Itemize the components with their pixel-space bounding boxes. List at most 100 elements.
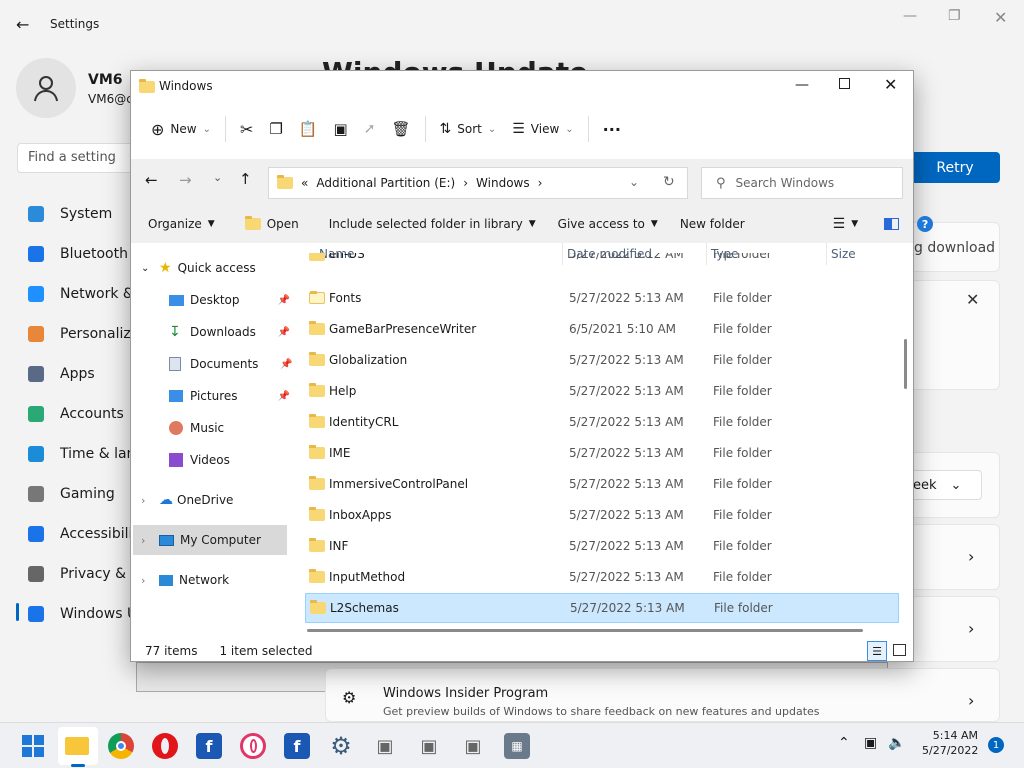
rename-button[interactable]: ▣ <box>326 111 356 147</box>
start-button[interactable] <box>20 733 46 759</box>
address-bar[interactable]: « Additional Partition (E:) › Windows › … <box>268 167 688 199</box>
file-name: ImmersiveControlPanel <box>329 477 469 491</box>
give-access-button[interactable]: Give access to ▼ <box>549 217 667 231</box>
file-row[interactable]: GameBarPresenceWriter 6/5/2021 5:10 AM Fil… <box>305 314 899 344</box>
vm-app-icon[interactable]: ▣ <box>460 733 486 759</box>
history-card[interactable] <box>900 524 1000 590</box>
back-arrow-icon[interactable]: ← <box>145 171 158 189</box>
file-explorer-taskbar-icon[interactable] <box>64 733 90 759</box>
close-icon[interactable]: ✕ <box>994 8 1007 27</box>
back-arrow-icon[interactable]: ← <box>16 15 29 34</box>
title-bar[interactable]: Windows — ✕ <box>131 71 913 103</box>
view-button[interactable]: ☰ View ⌄ <box>504 111 581 147</box>
preview-pane-button[interactable] <box>875 218 908 230</box>
nav-onedrive[interactable]: › ☁ OneDrive <box>141 485 233 515</box>
facebook-icon[interactable]: f <box>284 733 310 759</box>
details-view-icon[interactable]: ☰ <box>867 641 887 661</box>
volume-icon[interactable]: 🔈 <box>888 735 905 751</box>
copy-button[interactable]: ❐ <box>261 111 290 147</box>
settings-nav-item[interactable]: Bluetooth & <box>28 234 138 274</box>
nav-music[interactable]: Music <box>169 413 224 443</box>
include-library-button[interactable]: Include selected folder in library ▼ <box>320 217 545 231</box>
nav-quick-access[interactable]: ⌄ ★ Quick access <box>141 253 256 283</box>
opera-icon[interactable] <box>152 733 178 759</box>
horizontal-scrollbar[interactable] <box>307 629 863 632</box>
cut-button[interactable]: ✂ <box>232 111 261 147</box>
file-row[interactable]: en-US 5/27/2022 5:12 AM File folder <box>305 253 899 271</box>
nav-network[interactable]: › Network <box>141 565 229 595</box>
address-overflow[interactable]: « <box>301 176 308 190</box>
settings-nav-item[interactable]: Accounts <box>28 394 138 434</box>
minimize-icon[interactable]: — <box>903 8 917 24</box>
file-row[interactable]: Help 5/27/2022 5:13 AM File folder <box>305 376 899 406</box>
breadcrumb-partition[interactable]: Additional Partition (E:) <box>316 176 455 190</box>
settings-nav-item[interactable]: Windows U <box>28 594 138 634</box>
file-row[interactable]: InboxApps 5/27/2022 5:13 AM File folder <box>305 500 899 530</box>
file-row[interactable]: IdentityCRL 5/27/2022 5:13 AM File folder <box>305 407 899 437</box>
settings-nav-item[interactable]: Time & lang <box>28 434 138 474</box>
notification-badge[interactable]: 1 <box>988 737 1004 753</box>
nav-desktop[interactable]: Desktop 📌 <box>169 285 290 315</box>
new-label: New <box>170 122 197 136</box>
settings-nav-item[interactable]: Accessibility <box>28 514 138 554</box>
dismiss-icon[interactable]: ✕ <box>966 290 979 309</box>
organize-button[interactable]: Organize ▼ <box>139 217 224 231</box>
file-row[interactable]: ImmersiveControlPanel 5/27/2022 5:13 AM Fi… <box>305 469 899 499</box>
more-button[interactable]: ··· <box>595 111 629 147</box>
settings-nav-item[interactable]: Apps <box>28 354 138 394</box>
nav-pictures[interactable]: Pictures 📌 <box>169 381 290 411</box>
new-folder-button[interactable]: New folder <box>671 217 754 231</box>
close-icon[interactable]: ✕ <box>884 75 897 94</box>
network-status-icon[interactable]: ▣ <box>864 735 877 751</box>
settings-nav-item[interactable]: Network & <box>28 274 138 314</box>
open-button[interactable]: Open <box>236 216 308 231</box>
paste-button[interactable]: 📋 <box>291 111 326 147</box>
vm-app-icon[interactable]: ▣ <box>416 733 442 759</box>
file-row[interactable]: INF 5/27/2022 5:13 AM File folder <box>305 531 899 561</box>
calculator-icon[interactable]: ▦ <box>504 733 530 759</box>
maximize-icon[interactable] <box>839 78 850 89</box>
nav-documents[interactable]: Documents 📌 <box>169 349 293 379</box>
file-row[interactable]: L2Schemas 5/27/2022 5:13 AM File folder <box>305 593 899 623</box>
chrome-icon[interactable] <box>108 733 134 759</box>
sort-button[interactable]: ⇅ Sort ⌄ <box>432 111 505 147</box>
settings-nav-item[interactable]: Gaming <box>28 474 138 514</box>
new-button[interactable]: ⊕ New ⌄ <box>143 111 219 147</box>
clock[interactable]: 5:14 AM 5/27/2022 <box>922 729 978 757</box>
search-box[interactable]: ⚲ Search Windows <box>701 167 903 199</box>
advanced-card[interactable] <box>900 596 1000 662</box>
large-icons-view-icon[interactable] <box>893 644 906 656</box>
nav-my-computer[interactable]: › My Computer <box>133 525 287 555</box>
delete-button[interactable]: 🗑 <box>383 111 418 147</box>
file-row[interactable]: Fonts 5/27/2022 5:13 AM File folder <box>305 283 899 313</box>
settings-nav-item[interactable]: Personaliza <box>28 314 138 354</box>
share-button[interactable]: ➚ <box>356 111 384 147</box>
retry-button[interactable]: Retry <box>910 152 1000 183</box>
address-dropdown-icon[interactable]: ⌄ <box>629 175 639 189</box>
nav-videos[interactable]: Videos <box>169 445 230 475</box>
find-setting-input[interactable]: Find a setting <box>17 143 137 173</box>
settings-gear-icon[interactable]: ⚙ <box>328 732 354 760</box>
chevron-up-icon[interactable]: ⌃ <box>838 735 850 751</box>
settings-nav-item[interactable]: Privacy & s <box>28 554 138 594</box>
vertical-scrollbar[interactable] <box>904 339 907 389</box>
change-view-button[interactable]: ☰ ▼ <box>824 216 867 232</box>
refresh-icon[interactable]: ↻ <box>663 174 675 190</box>
file-row[interactable]: IME 5/27/2022 5:13 AM File folder <box>305 438 899 468</box>
chevron-down-icon: ⌄ <box>950 477 962 493</box>
help-button[interactable]: ? <box>908 216 942 232</box>
facebook-icon[interactable]: f <box>196 733 222 759</box>
opera-gx-icon[interactable] <box>240 733 266 759</box>
file-row[interactable]: Globalization 5/27/2022 5:13 AM File folde… <box>305 345 899 375</box>
avatar[interactable] <box>16 58 76 118</box>
forward-arrow-icon[interactable]: → <box>179 171 192 189</box>
up-arrow-icon[interactable]: ↑ <box>239 170 252 188</box>
settings-nav-item[interactable]: System <box>28 194 138 234</box>
vm-app-icon[interactable]: ▣ <box>372 733 398 759</box>
minimize-icon[interactable]: — <box>795 77 809 93</box>
breadcrumb-windows[interactable]: Windows <box>476 176 530 190</box>
file-row[interactable]: InputMethod 5/27/2022 5:13 AM File folder <box>305 562 899 592</box>
restore-icon[interactable]: ❐ <box>948 8 961 24</box>
recent-dropdown-icon[interactable]: ⌄ <box>213 171 222 184</box>
nav-downloads[interactable]: ↧ Downloads 📌 <box>169 317 290 347</box>
